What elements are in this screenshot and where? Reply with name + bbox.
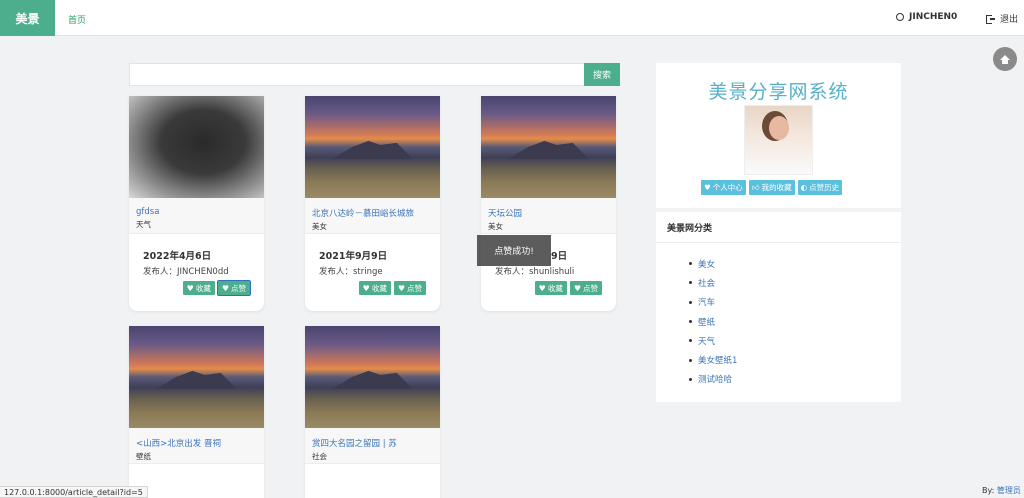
category-heading: 美景网分类 — [667, 224, 713, 234]
article-category: 美女 — [312, 222, 327, 231]
article-card-header: 赏四大名园之留园 | 苏 社会 — [305, 428, 440, 464]
collect-button[interactable]: ♥ 收藏 — [358, 281, 391, 295]
article-publisher: 发布人：shunlishuli — [495, 267, 575, 277]
article-title-link[interactable]: 赏四大名园之留园 | 苏 — [312, 437, 433, 449]
article-date: 9日 — [551, 251, 568, 262]
heart-icon: ♥ — [221, 283, 229, 293]
article-image[interactable] — [129, 326, 264, 428]
personal-center-button[interactable]: ♥ 个人中心 — [701, 180, 746, 195]
article-date: 2022年4月6日 — [143, 251, 212, 262]
category-panel: 美景网分类 美女 社会 汽车 壁纸 天气 美女壁纸1 测试哈哈 — [656, 212, 901, 402]
search-input[interactable] — [129, 63, 584, 86]
footer-credit: By: 管理员 — [982, 485, 1021, 496]
article-card-header: gfdsa 天气 — [129, 198, 264, 234]
like-label: 点赞 — [583, 283, 598, 293]
category-list: 美女 社会 汽车 壁纸 天气 美女壁纸1 测试哈哈 — [698, 254, 737, 389]
nav-logout-label: 退出 — [1000, 15, 1019, 25]
heart-icon: ♥ — [573, 283, 581, 293]
collect-button[interactable]: ♥ 收藏 — [534, 281, 567, 295]
heart-icon: ♥ — [362, 283, 370, 293]
personal-center-label: 个人中心 — [712, 183, 743, 192]
article-card-body: 2022年4月6日 发布人：JINCHEN0dd ♥ 收藏 ♥ 点赞 — [129, 234, 264, 310]
article-image[interactable] — [481, 96, 616, 198]
nav-username: JINCHEN0 — [909, 12, 958, 22]
article-image[interactable] — [305, 326, 440, 428]
top-navbar: 美景 首页 JINCHEN0 退出 — [0, 0, 1024, 36]
category-item[interactable]: 社会 — [698, 273, 737, 292]
my-collections-label: 我的收藏 — [761, 183, 792, 192]
collect-label: 收藏 — [195, 283, 211, 293]
collect-button[interactable]: ♥ 收藏 — [182, 281, 215, 295]
category-item[interactable]: 天气 — [698, 331, 737, 350]
category-item[interactable]: 美女 — [698, 254, 737, 273]
article-card: 赏四大名园之留园 | 苏 社会 — [305, 326, 440, 498]
article-image[interactable] — [305, 96, 440, 198]
article-publisher: 发布人：JINCHEN0dd — [143, 267, 229, 277]
brand-logo[interactable]: 美景 — [0, 0, 55, 36]
article-image[interactable] — [129, 96, 264, 198]
article-card-body: 2021年9月9日 发布人：stringe ♥ 收藏 ♥ 点赞 — [305, 234, 440, 310]
half-circle-icon: ◐ — [800, 183, 808, 192]
nav-user-menu[interactable]: JINCHEN0 — [896, 12, 957, 22]
nav-home-link[interactable]: 首页 — [68, 13, 86, 26]
article-category: 社会 — [312, 452, 327, 461]
nav-logout-link[interactable]: 退出 — [986, 12, 1018, 25]
heart-icon: ♥ — [397, 283, 405, 293]
like-button[interactable]: ♥ 点赞 — [393, 281, 426, 295]
article-card-header: 天坛公园 美女 — [481, 198, 616, 234]
collect-label: 收藏 — [547, 283, 563, 293]
like-label: 点赞 — [407, 283, 422, 293]
article-card-header: <山西>北京出发 晋祠 壁纸 — [129, 428, 264, 464]
like-history-label: 点赞历史 — [809, 183, 840, 192]
article-card: gfdsa 天气 2022年4月6日 发布人：JINCHEN0dd ♥ 收藏 ♥ 点… — [129, 96, 264, 311]
article-card: 北京八达岭－慕田峪长城旅 美女 2021年9月9日 发布人：stringe ♥ 收… — [305, 96, 440, 311]
article-category: 天气 — [136, 220, 151, 229]
like-button[interactable]: ♥ 点赞 — [569, 281, 602, 295]
like-button[interactable]: ♥ 点赞 — [216, 280, 252, 296]
article-card-header: 北京八达岭－慕田峪长城旅 美女 — [305, 198, 440, 234]
category-item[interactable]: 美女壁纸1 — [698, 350, 737, 369]
avatar — [744, 105, 813, 175]
collect-label: 收藏 — [371, 283, 387, 293]
article-title-link[interactable]: gfdsa — [136, 207, 257, 217]
heart-icon: ♥ — [704, 183, 711, 192]
category-item[interactable]: 测试哈哈 — [698, 370, 737, 389]
article-date: 2021年9月9日 — [319, 251, 388, 262]
category-item[interactable]: 汽车 — [698, 293, 737, 312]
footer-by-label: By: — [982, 486, 995, 495]
article-card: 天坛公园 美女 9日 发布人：shunlishuli ♥ 收藏 ♥ 点赞 — [481, 96, 616, 311]
home-float-button[interactable] — [993, 47, 1017, 71]
profile-panel: 美景分享网系统 ♥ 个人中心 👍︎ 我的收藏 ◐ 点赞历史 — [656, 63, 901, 208]
footer-admin-link[interactable]: 管理员 — [997, 486, 1021, 495]
article-title-link[interactable]: 天坛公园 — [488, 207, 609, 219]
user-icon — [896, 13, 904, 21]
like-label: 点赞 — [231, 283, 246, 293]
like-history-button[interactable]: ◐ 点赞历史 — [797, 180, 843, 195]
logout-icon — [986, 14, 995, 24]
article-category: 壁纸 — [136, 452, 151, 461]
article-title-link[interactable]: 北京八达岭－慕田峪长城旅 — [312, 207, 433, 219]
search-button[interactable]: 搜索 — [584, 63, 620, 86]
heart-icon: ♥ — [538, 283, 546, 293]
site-title: 美景分享网系统 — [708, 81, 849, 103]
article-title-link[interactable]: <山西>北京出发 晋祠 — [136, 437, 257, 449]
like-success-toast: 点赞成功! — [477, 235, 551, 266]
category-item[interactable]: 壁纸 — [698, 312, 737, 331]
my-collections-button[interactable]: 👍︎ 我的收藏 — [748, 180, 795, 195]
divider — [656, 242, 901, 243]
article-publisher: 发布人：stringe — [319, 267, 383, 277]
article-card: <山西>北京出发 晋祠 壁纸 — [129, 326, 264, 498]
home-icon — [1000, 54, 1010, 64]
heart-icon: ♥ — [186, 283, 194, 293]
article-category: 美女 — [488, 222, 503, 231]
browser-status-url: 127.0.0.1:8000/article_detail?id=5 — [0, 486, 148, 498]
thumbs-up-icon: 👍︎ — [751, 182, 760, 192]
